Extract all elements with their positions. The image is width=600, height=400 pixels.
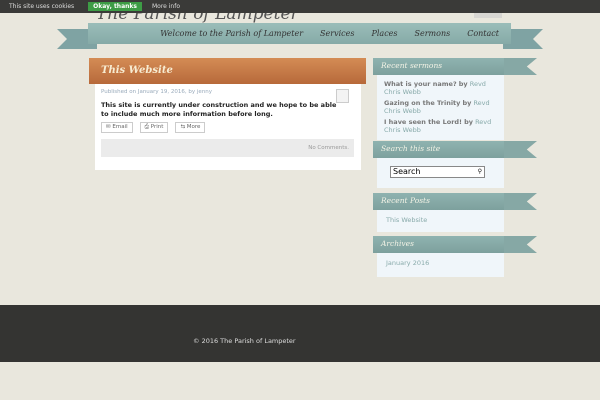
ribbon-tail (503, 141, 537, 158)
widget-title: Search this site (373, 141, 504, 158)
sermons-widget: What is your name? by Revd Chris Webb Ga… (377, 68, 504, 140)
copyright: © 2016 The Parish of Lampeter (193, 337, 296, 345)
more-button[interactable]: ⇆ More (175, 122, 206, 133)
nav-contact[interactable]: Contact (467, 29, 499, 38)
cookie-bar: This site uses cookies Okay, thanks More… (0, 0, 600, 13)
nav-sermons[interactable]: Sermons (415, 29, 451, 38)
okay-button[interactable]: Okay, thanks (88, 2, 142, 11)
nav-services[interactable]: Services (320, 29, 354, 38)
widget-title: Archives (373, 236, 504, 253)
email-button[interactable]: ✉ Email (101, 122, 133, 133)
nav-home[interactable]: Welcome to the Parish of Lampeter (160, 29, 303, 38)
ribbon-tail (503, 236, 537, 253)
print-button[interactable]: ⎙ Print (139, 122, 169, 133)
sermon-link[interactable]: I have seen the Lord! (384, 118, 462, 126)
archive-link[interactable]: January 2016 (386, 259, 429, 267)
nav-places[interactable]: Places (371, 29, 397, 38)
more-info-link[interactable]: More info (152, 3, 180, 10)
footer: © 2016 The Parish of Lampeter (0, 305, 600, 362)
post-meta: Published on January 19, 2016, by jenny (101, 89, 213, 95)
comments-link[interactable]: No Comments. (101, 139, 354, 157)
main-nav: Welcome to the Parish of Lampeter Servic… (88, 23, 511, 44)
recent-post-link[interactable]: This Website (386, 216, 427, 224)
share-buttons: ✉ Email ⎙ Print ⇆ More (101, 122, 206, 133)
post-title[interactable]: This Website (89, 58, 366, 84)
widget-title: Recent sermons (373, 58, 504, 75)
ribbon-tail (503, 58, 537, 75)
search-placeholder: Search (393, 167, 421, 176)
ribbon-tail (503, 193, 537, 210)
search-icon[interactable]: ⚲ (478, 167, 482, 177)
widget-title: Recent Posts (373, 193, 504, 210)
sermon-link[interactable]: Gazing on the Trinity (384, 99, 460, 107)
search-input[interactable]: Search ⚲ (390, 166, 485, 178)
cookie-text: This site uses cookies (9, 3, 75, 10)
post-body: This site is currently under constructio… (101, 101, 337, 118)
sermon-link[interactable]: What is your name? (384, 80, 457, 88)
